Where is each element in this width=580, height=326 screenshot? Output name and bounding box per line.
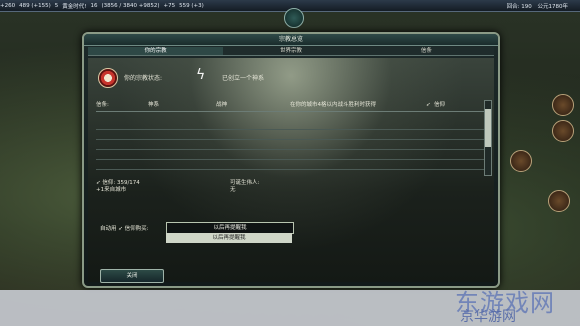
religion-background-art <box>88 58 494 282</box>
beliefs-table-header: 信条: 神系 战神 在你的城市4格以内战斗胜利时获得 ➶ 信仰 <box>96 100 488 112</box>
close-button[interactable]: 关闭 <box>100 269 164 283</box>
faith-summary: ➶ 信仰: 359/174 +1来自城市 <box>96 180 140 194</box>
year-label: 公元1780年 <box>537 4 569 10</box>
religion-overview-dialog: 宗教总览 你的宗教 世界宗教 信条 你的宗教状态: ϟ 已创立一个神系 信条: … <box>82 32 500 288</box>
religion-emblem-icon[interactable] <box>284 8 304 28</box>
great-person-label: 可诞生伟人: <box>230 180 260 186</box>
scrollbar-thumb[interactable] <box>485 109 491 147</box>
tourism-value[interactable]: +75 <box>163 3 175 9</box>
col-belief-desc: 在你的城市4格以内战斗胜利时获得 <box>290 102 377 108</box>
science-value[interactable]: +260 <box>0 3 15 9</box>
culture-value[interactable]: (3856 / 3840 +9852) <box>101 3 159 9</box>
religion-icon <box>98 68 118 88</box>
col-belief-desc-suffix: 信仰 <box>434 102 446 108</box>
great-person-value: 无 <box>230 187 236 193</box>
notification-icon[interactable] <box>510 150 532 172</box>
table-row <box>96 150 488 160</box>
col-pantheon: 神系 <box>148 102 160 108</box>
turn-year: 回合: 190 公元1780年 <box>507 2 572 10</box>
faith-from-cities: +1来自城市 <box>96 187 127 193</box>
great-person-summary: 可诞生伟人: 无 <box>230 180 259 194</box>
status-value: 已创立一个神系 <box>222 75 265 82</box>
faith-icon: ➶ <box>118 226 123 232</box>
table-row <box>96 120 488 130</box>
golden-age-label[interactable]: 黄金时代! <box>62 2 86 10</box>
dropdown-option[interactable]: 以后再提醒我 <box>166 233 292 243</box>
auto-purchase-label: 自动用 ➶ 信仰购买: <box>100 224 148 232</box>
religion-status-row: 你的宗教状态: ϟ 已创立一个神系 <box>96 66 476 88</box>
notification-icon[interactable] <box>548 190 570 212</box>
tab-world-religions[interactable]: 世界宗教 <box>223 47 359 56</box>
lightning-icon: ϟ <box>196 67 206 83</box>
notification-icon[interactable] <box>552 120 574 142</box>
table-row <box>96 140 488 150</box>
tab-your-religion[interactable]: 你的宗教 <box>88 47 224 56</box>
happiness-value[interactable]: 5 <box>55 3 59 9</box>
influence-value[interactable]: 559 (+3) <box>179 3 204 9</box>
col-belief-name: 战神 <box>216 102 228 108</box>
table-row <box>96 160 488 170</box>
tab-beliefs[interactable]: 信条 <box>358 47 494 56</box>
auto-purchase-label-text2: 信仰购买: <box>124 226 149 232</box>
faith-value[interactable]: 16 <box>90 3 97 9</box>
notification-icon[interactable] <box>552 94 574 116</box>
gold-value[interactable]: 489 (+155) <box>19 3 51 9</box>
table-scrollbar[interactable] <box>484 100 492 176</box>
status-label: 你的宗教状态: <box>124 75 163 82</box>
faith-total: 信仰: 359/174 <box>102 180 140 186</box>
faith-icon: ➶ <box>426 102 431 108</box>
dialog-title: 宗教总览 <box>84 34 498 46</box>
turn-label: 回合: 190 <box>506 4 532 10</box>
tab-bar: 你的宗教 世界宗教 信条 <box>88 47 494 56</box>
table-row <box>96 130 488 140</box>
auto-purchase-label-text: 自动用 <box>100 226 117 232</box>
col-beliefs: 信条: <box>96 102 109 108</box>
watermark-text-small: 京华游网 <box>460 309 516 325</box>
